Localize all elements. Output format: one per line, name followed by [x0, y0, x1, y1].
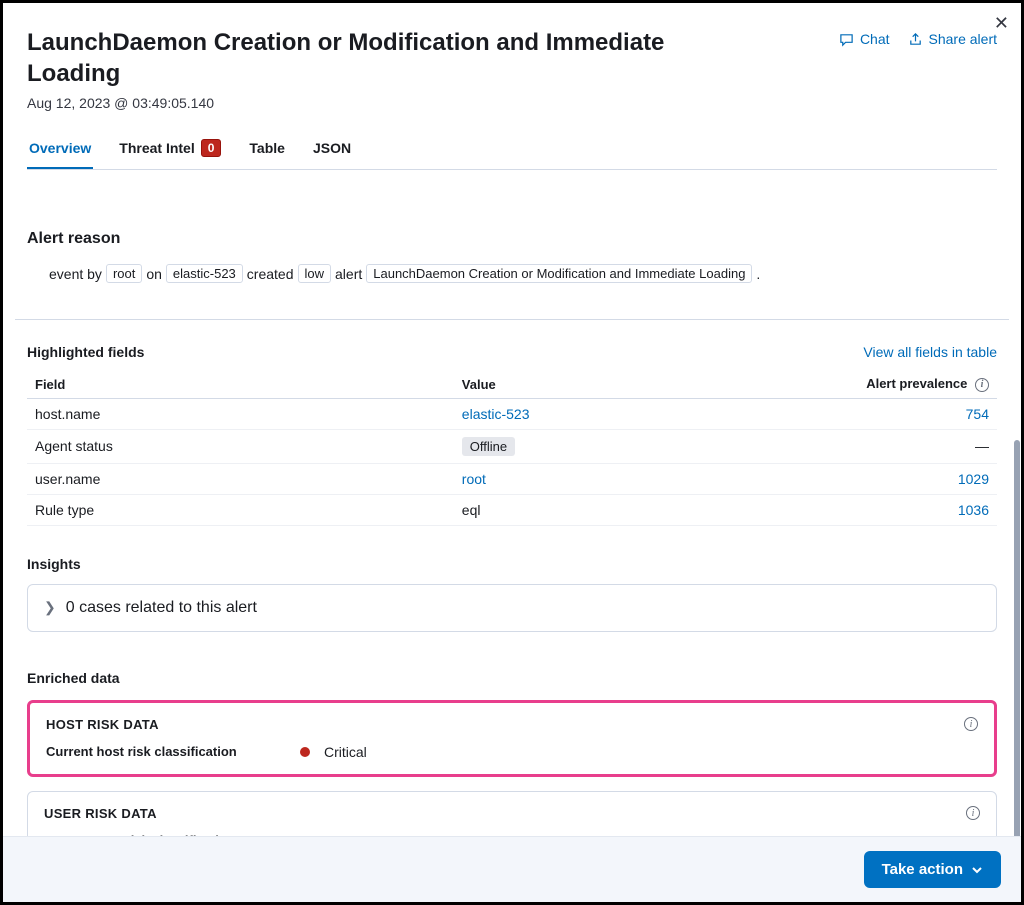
- tab-threat-label: Threat Intel: [119, 140, 194, 156]
- tab-overview[interactable]: Overview: [27, 129, 93, 169]
- scrollbar[interactable]: [1014, 440, 1020, 836]
- share-label: Share alert: [929, 31, 997, 47]
- take-action-label: Take action: [882, 861, 963, 878]
- col-prevalence: Alert prevalence i: [842, 370, 997, 398]
- host-risk-value: Critical: [324, 744, 367, 760]
- host-risk-title: HOST RISK DATA: [46, 717, 159, 732]
- field-value: eql: [454, 494, 842, 525]
- cases-text: 0 cases related to this alert: [66, 599, 257, 617]
- share-icon: [908, 32, 923, 47]
- chevron-right-icon: ❯: [44, 599, 56, 616]
- tab-threat-intel[interactable]: Threat Intel 0: [117, 129, 223, 169]
- field-name: Agent status: [27, 429, 454, 463]
- chat-label: Chat: [860, 31, 890, 47]
- close-icon: ✕: [994, 13, 1009, 33]
- reason-rule-tag[interactable]: LaunchDaemon Creation or Modification an…: [366, 264, 752, 283]
- insights-cases-accordion[interactable]: ❯ 0 cases related to this alert: [27, 584, 997, 632]
- host-risk-label: Current host risk classification: [46, 744, 286, 759]
- field-value: Offline: [454, 429, 842, 463]
- table-row: user.nameroot1029: [27, 463, 997, 494]
- highlighted-fields-heading: Highlighted fields: [27, 344, 144, 360]
- field-name: user.name: [27, 463, 454, 494]
- info-icon[interactable]: i: [975, 378, 989, 392]
- close-button[interactable]: ✕: [994, 13, 1009, 34]
- view-all-fields-link[interactable]: View all fields in table: [863, 344, 997, 360]
- tabs: Overview Threat Intel 0 Table JSON: [27, 129, 997, 170]
- field-value[interactable]: elastic-523: [454, 398, 842, 429]
- user-risk-label: Current user risk classification: [44, 833, 284, 836]
- reason-severity-tag[interactable]: low: [298, 264, 332, 283]
- col-field: Field: [27, 370, 454, 398]
- col-value: Value: [454, 370, 842, 398]
- table-row: Agent status Offline —: [27, 429, 997, 463]
- prevalence-value[interactable]: 754: [842, 398, 997, 429]
- info-icon[interactable]: i: [966, 806, 980, 820]
- insights-heading: Insights: [27, 556, 997, 572]
- highlighted-fields-table: Field Value Alert prevalence i host.name…: [27, 370, 997, 526]
- take-action-button[interactable]: Take action: [864, 851, 1001, 888]
- field-name: host.name: [27, 398, 454, 429]
- prevalence-value: —: [842, 429, 997, 463]
- threat-count-badge: 0: [201, 139, 222, 157]
- share-alert-button[interactable]: Share alert: [908, 31, 997, 47]
- host-risk-card: HOST RISK DATA i Current host risk class…: [27, 700, 997, 777]
- tab-json[interactable]: JSON: [311, 129, 353, 169]
- critical-dot-icon: [300, 747, 310, 757]
- reason-host-tag[interactable]: elastic-523: [166, 264, 243, 283]
- table-row: host.nameelastic-523754: [27, 398, 997, 429]
- enriched-data-heading: Enriched data: [27, 670, 997, 686]
- user-risk-card: USER RISK DATA i Current user risk class…: [27, 791, 997, 836]
- prevalence-value[interactable]: 1029: [842, 463, 997, 494]
- alert-reason-text: event by root on elastic-523 created low…: [27, 264, 997, 283]
- table-row: Rule typeeql1036: [27, 494, 997, 525]
- field-value[interactable]: root: [454, 463, 842, 494]
- status-badge: Offline: [462, 437, 515, 456]
- prevalence-value[interactable]: 1036: [842, 494, 997, 525]
- tab-table[interactable]: Table: [247, 129, 287, 169]
- chat-button[interactable]: Chat: [839, 31, 890, 47]
- alert-reason-heading: Alert reason: [27, 230, 997, 248]
- alert-title: LaunchDaemon Creation or Modification an…: [27, 27, 727, 89]
- chevron-down-icon: [971, 864, 983, 876]
- user-risk-value: Moderate: [322, 833, 381, 836]
- reason-user-tag[interactable]: root: [106, 264, 142, 283]
- chat-icon: [839, 32, 854, 47]
- user-risk-title: USER RISK DATA: [44, 806, 157, 821]
- field-name: Rule type: [27, 494, 454, 525]
- alert-timestamp: Aug 12, 2023 @ 03:49:05.140: [27, 95, 727, 111]
- info-icon[interactable]: i: [964, 717, 978, 731]
